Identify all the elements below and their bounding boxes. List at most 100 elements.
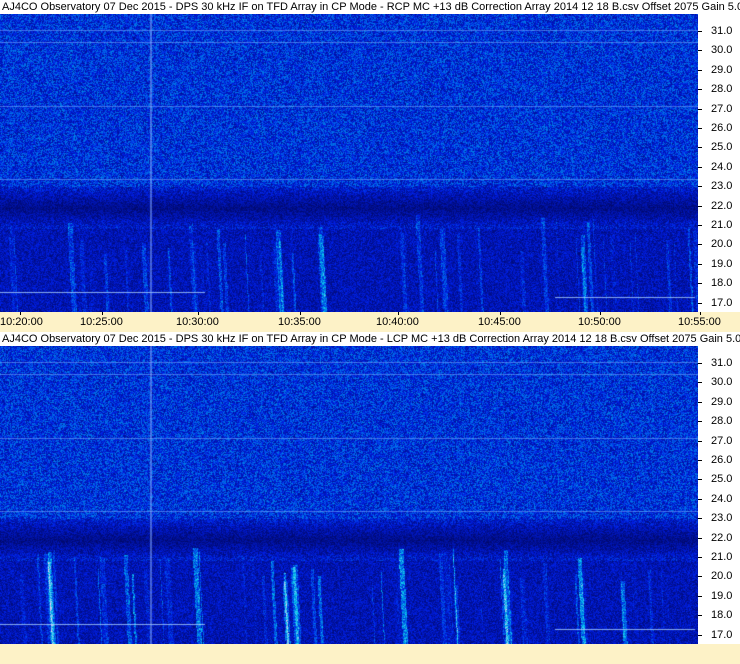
freq-tick: 20.0 [698,570,740,583]
freq-tick: 17.0 [698,628,740,642]
freq-tick-mark [698,557,702,558]
freq-tick-mark [698,89,702,91]
freq-tick-label: 29.0 [711,63,733,76]
lcp-spectrogram[interactable] [0,346,698,644]
freq-tick: 22.0 [698,199,740,213]
freq-tick-label: 26.0 [711,122,733,134]
freq-tick: 28.0 [698,83,740,96]
freq-tick-label: 24.0 [711,492,733,505]
freq-tick-label: 18.0 [711,609,733,622]
freq-tick: 23.0 [698,512,740,525]
freq-tick-mark [698,440,702,442]
freq-tick-label: 19.0 [711,257,733,270]
freq-tick-label: 25.0 [711,141,733,154]
lcp-frequency-axis: 31.0 30.0 29.0 28.0 27.0 26.0 25.0 24.0 23.0 22.0… [698,346,740,644]
freq-tick: 30.0 [698,44,740,57]
freq-tick-mark [698,537,702,539]
freq-tick-label: 17.0 [711,628,733,641]
time-tick-label: 10:25:00 [80,316,123,328]
freq-tick-mark [698,518,702,520]
time-tick-label: 10:30:00 [176,316,219,328]
time-tick-mark [300,312,301,315]
time-tick-mark [198,312,199,315]
freq-tick-mark [698,244,702,246]
freq-tick-mark [698,50,702,52]
freq-tick-label: 28.0 [711,83,733,96]
freq-tick-label: 27.0 [711,102,733,115]
freq-tick-mark [698,205,702,207]
freq-tick: 21.0 [698,219,740,232]
freq-tick: 27.0 [698,435,740,448]
time-tick-mark [700,312,701,315]
freq-tick: 19.0 [698,589,740,603]
time-tick-label: 10:20:00 [0,316,43,328]
rcp-frequency-axis: 31.0 30.0 29.0 28.0 27.0 26.0 25.0 24.0 23.0 22.0… [698,14,740,312]
time-tick-label: 10:40:00 [376,316,419,328]
freq-tick: 24.0 [698,492,740,506]
freq-tick-label: 22.0 [711,531,733,544]
rcp-time-axis: 10:20:00 10:25:00 10:30:00 10:35:00 10:40:00… [0,312,740,332]
freq-tick-mark [698,576,702,578]
freq-tick-label: 31.0 [711,25,733,37]
freq-tick-mark [698,166,702,168]
freq-tick: 26.0 [698,454,740,467]
freq-tick-mark [698,363,702,364]
freq-tick-mark [698,302,702,304]
freq-tick-mark [698,421,702,423]
freq-tick-label: 21.0 [711,219,733,231]
lcp-time-axis [0,644,740,664]
time-tick-mark [398,312,399,315]
time-tick-label: 10:55:00 [678,316,721,328]
freq-tick-label: 29.0 [711,395,733,408]
freq-tick-label: 25.0 [711,473,733,486]
freq-tick-label: 19.0 [711,589,733,602]
freq-tick-mark [698,225,702,226]
freq-tick: 20.0 [698,238,740,251]
time-tick-mark [600,312,601,315]
freq-tick-label: 18.0 [711,277,733,290]
freq-tick-mark [698,634,702,636]
rcp-panel-title: AJ4CO Observatory 07 Dec 2015 - DPS 30 k… [0,0,740,14]
time-tick-label: 10:45:00 [478,316,521,328]
freq-tick-label: 26.0 [711,454,733,466]
freq-tick: 19.0 [698,257,740,271]
freq-tick: 31.0 [698,357,740,370]
lcp-panel-title: AJ4CO Observatory 07 Dec 2015 - DPS 30 k… [0,332,740,346]
freq-tick: 22.0 [698,531,740,545]
freq-tick-mark [698,108,702,110]
freq-tick-mark [698,595,702,597]
freq-tick: 25.0 [698,473,740,486]
freq-tick-mark [698,31,702,32]
freq-tick-mark [698,460,702,461]
time-tick-mark [102,312,103,315]
freq-tick: 28.0 [698,415,740,428]
freq-tick: 30.0 [698,376,740,389]
freq-tick-label: 20.0 [711,570,733,583]
freq-tick: 24.0 [698,160,740,174]
time-tick-mark [20,312,21,315]
freq-tick: 18.0 [698,609,740,622]
time-tick-label: 10:35:00 [278,316,321,328]
freq-tick: 29.0 [698,63,740,77]
freq-tick: 17.0 [698,297,740,310]
freq-tick-label: 30.0 [711,376,733,389]
freq-tick-label: 24.0 [711,160,733,173]
freq-tick: 21.0 [698,551,740,564]
freq-tick-mark [698,382,702,384]
freq-tick-mark [698,498,702,500]
freq-tick-label: 22.0 [711,199,733,212]
freq-tick-label: 23.0 [711,512,733,525]
freq-tick-label: 21.0 [711,551,733,563]
freq-tick-label: 20.0 [711,238,733,251]
freq-tick: 25.0 [698,141,740,154]
freq-tick-mark [698,147,702,149]
freq-tick: 23.0 [698,180,740,193]
freq-tick-label: 28.0 [711,415,733,428]
freq-tick: 31.0 [698,25,740,38]
freq-tick-mark [698,263,702,265]
freq-tick-mark [698,401,702,403]
freq-tick: 26.0 [698,122,740,135]
rcp-spectrogram[interactable] [0,14,698,312]
freq-tick-mark [698,479,702,481]
time-tick-mark [500,312,501,315]
